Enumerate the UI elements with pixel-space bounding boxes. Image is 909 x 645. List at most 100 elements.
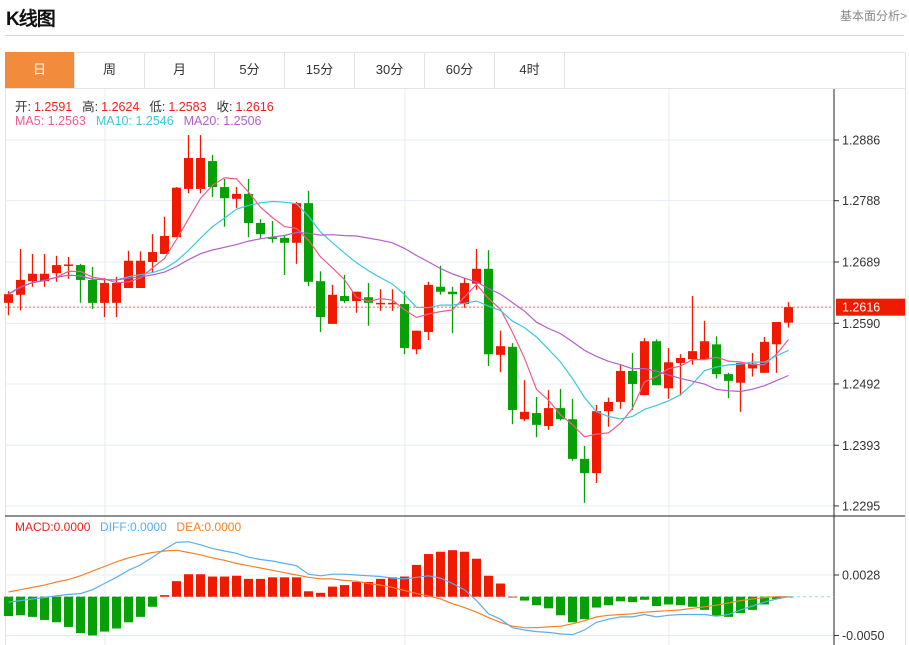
dea-legend-value: DEA:0.0000 <box>176 520 242 534</box>
macd-bar <box>220 576 229 597</box>
macd-bar <box>580 596 589 620</box>
macd-bar <box>340 585 349 597</box>
candle-up <box>160 235 169 254</box>
open-value: 1.2591 <box>33 100 73 114</box>
candle-down <box>436 286 445 292</box>
macd-bar <box>556 596 565 616</box>
macd-bar <box>280 577 289 597</box>
macd-bar <box>640 596 649 600</box>
macd-bar <box>472 558 481 597</box>
price-tick-label: 1.2886 <box>842 134 880 148</box>
candle-up <box>784 307 793 323</box>
macd-bar <box>124 596 133 623</box>
price-tick-label: 1.2590 <box>842 317 880 331</box>
macd-bar <box>604 596 613 606</box>
open-label: 开: <box>15 100 31 114</box>
macd-bar <box>592 596 601 608</box>
macd-bar <box>196 574 205 597</box>
ma20-legend: MA20: 1.2506 <box>183 114 262 128</box>
macd-bar <box>172 581 181 597</box>
candle-up <box>64 264 73 266</box>
high-label: 高: <box>82 100 99 114</box>
macd-bar <box>652 596 661 607</box>
macd-bar <box>508 596 517 598</box>
candle-down <box>88 279 97 303</box>
macd-bar <box>148 596 157 607</box>
candle-up <box>760 341 769 373</box>
candle-down <box>484 268 493 355</box>
macd-bar <box>436 551 445 597</box>
macd-bar <box>568 596 577 623</box>
candle-down <box>316 281 325 318</box>
macd-bar <box>496 583 505 597</box>
candle-up <box>292 203 301 243</box>
macd-bar <box>316 592 325 597</box>
macd-legend: MACD:0.0000 DIFF:0.0000 DEA:0.0000 <box>15 520 244 534</box>
macd-bar <box>112 596 121 629</box>
macd-bar <box>676 596 685 606</box>
candle-down <box>628 370 637 384</box>
macd-bar <box>4 596 13 617</box>
ohlc-legend: 开: 1.2591 高: 1.2624 低: 1.2583 收: 1.2616 <box>15 96 277 115</box>
macd-bar <box>700 596 709 610</box>
diff-legend-value: DIFF:0.0000 <box>100 520 167 534</box>
macd-bar <box>532 596 541 606</box>
candle-down <box>340 296 349 301</box>
candle-down <box>532 413 541 425</box>
candle-down <box>508 346 517 410</box>
high-value: 1.2624 <box>101 100 140 114</box>
candle-down <box>304 203 313 282</box>
candle-up <box>100 283 109 303</box>
candle-up <box>520 411 529 420</box>
price-tick-label: 1.2393 <box>842 439 880 453</box>
macd-bar <box>484 575 493 597</box>
macd-bar <box>292 577 301 597</box>
macd-bar <box>136 596 145 617</box>
candle-up <box>52 265 61 274</box>
candle-up <box>376 302 385 305</box>
macd-bar <box>544 596 553 609</box>
macd-bar <box>244 578 253 597</box>
candle-up <box>4 294 13 303</box>
macd-bar <box>712 596 721 617</box>
macd-bar <box>400 576 409 597</box>
macd-bar <box>88 596 97 636</box>
candle-down <box>580 458 589 474</box>
ma-legend: MA5: 1.2563 MA10: 1.2546 MA20: 1.2506 <box>15 114 264 128</box>
candle-up <box>544 408 553 427</box>
macd-tick-label: 0.0028 <box>842 568 880 582</box>
candle-up <box>496 346 505 355</box>
macd-bar <box>76 596 85 634</box>
macd-bar <box>304 591 313 597</box>
macd-bar <box>448 550 457 597</box>
candle-down <box>712 344 721 375</box>
macd-bar <box>40 596 49 620</box>
candle-up <box>700 341 709 360</box>
candle-up <box>688 351 697 360</box>
macd-bar <box>616 596 625 602</box>
macd-bar <box>268 577 277 597</box>
macd-bar <box>100 596 109 632</box>
macd-bar <box>688 596 697 607</box>
macd-bar <box>52 596 61 623</box>
macd-bar <box>184 574 193 597</box>
candle-down <box>220 187 229 199</box>
price-tick-label: 1.2689 <box>842 255 880 269</box>
candle-up <box>196 157 205 189</box>
candle-down <box>280 237 289 243</box>
macd-bar <box>208 576 217 597</box>
candle-up <box>148 252 157 262</box>
close-label: 收: <box>216 100 233 114</box>
candle-down <box>400 304 409 349</box>
macd-bar <box>412 564 421 597</box>
candle-up <box>112 283 121 303</box>
macd-bar <box>160 595 169 597</box>
candle-down <box>448 291 457 295</box>
price-tick-label: 1.2295 <box>842 499 880 513</box>
candle-down <box>724 374 733 381</box>
candle-up <box>676 357 685 363</box>
macd-bar <box>256 578 265 597</box>
candle-up <box>604 401 613 412</box>
macd-bar <box>628 596 637 603</box>
candle-up <box>28 273 37 282</box>
